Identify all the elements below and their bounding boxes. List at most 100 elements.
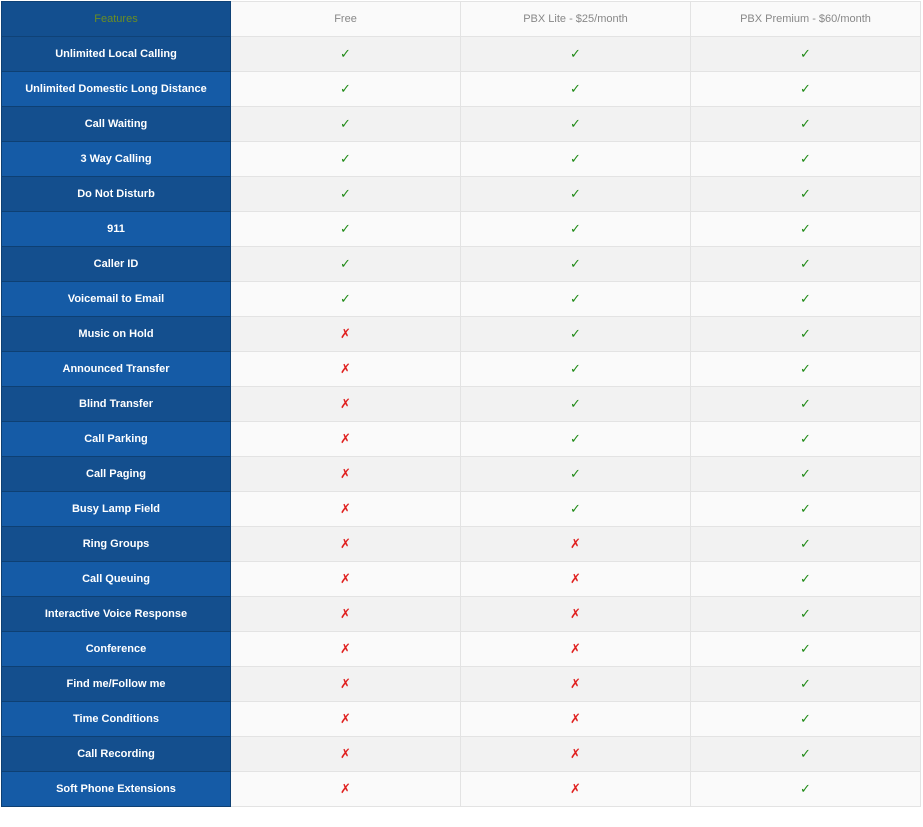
check-icon: ✓	[800, 81, 811, 96]
plan-cell-free: ✗	[230, 666, 461, 702]
check-icon: ✓	[800, 361, 811, 376]
plan-cell-pbx-lite: ✗	[460, 736, 691, 772]
check-icon: ✓	[570, 46, 581, 61]
table-row: Call Waiting ✓ ✓ ✓	[1, 106, 921, 142]
plan-cell-free: ✗	[230, 736, 461, 772]
feature-name: Call Recording	[1, 736, 231, 772]
feature-name: Call Waiting	[1, 106, 231, 142]
plan-cell-pbx-premium: ✓	[690, 771, 921, 807]
plan-cell-pbx-premium: ✓	[690, 176, 921, 212]
table-row: Ring Groups ✗ ✗ ✓	[1, 526, 921, 562]
check-icon: ✓	[800, 326, 811, 341]
feature-name: Unlimited Domestic Long Distance	[1, 71, 231, 107]
plan-cell-free: ✗	[230, 456, 461, 492]
plan-cell-pbx-premium: ✓	[690, 141, 921, 177]
check-icon: ✓	[340, 46, 351, 61]
plan-cell-free: ✗	[230, 631, 461, 667]
plan-cell-pbx-premium: ✓	[690, 71, 921, 107]
check-icon: ✓	[800, 641, 811, 656]
check-icon: ✓	[570, 396, 581, 411]
cross-icon: ✗	[340, 501, 351, 516]
table-row: Caller ID ✓ ✓ ✓	[1, 246, 921, 282]
check-icon: ✓	[340, 186, 351, 201]
check-icon: ✓	[570, 151, 581, 166]
plan-cell-pbx-premium: ✓	[690, 246, 921, 282]
features-column-header: Features	[1, 1, 231, 37]
check-icon: ✓	[340, 116, 351, 131]
cross-icon: ✗	[340, 781, 351, 796]
check-icon: ✓	[800, 606, 811, 621]
cross-icon: ✗	[570, 676, 581, 691]
check-icon: ✓	[800, 746, 811, 761]
feature-name: Unlimited Local Calling	[1, 36, 231, 72]
cross-icon: ✗	[340, 431, 351, 446]
check-icon: ✓	[800, 186, 811, 201]
table-row: 3 Way Calling ✓ ✓ ✓	[1, 141, 921, 177]
plan-cell-pbx-premium: ✓	[690, 456, 921, 492]
check-icon: ✓	[800, 536, 811, 551]
feature-name: Call Queuing	[1, 561, 231, 597]
check-icon: ✓	[800, 711, 811, 726]
plan-cell-pbx-lite: ✓	[460, 36, 691, 72]
plan-cell-pbx-premium: ✓	[690, 281, 921, 317]
table-row: Do Not Disturb ✓ ✓ ✓	[1, 176, 921, 212]
plan-cell-free: ✓	[230, 36, 461, 72]
table-row: Call Queuing ✗ ✗ ✓	[1, 561, 921, 597]
check-icon: ✓	[340, 291, 351, 306]
feature-name: Interactive Voice Response	[1, 596, 231, 632]
table-header: Features Free PBX Lite - $25/month PBX P…	[1, 1, 921, 37]
plan-cell-pbx-premium: ✓	[690, 666, 921, 702]
check-icon: ✓	[340, 256, 351, 271]
feature-name: Announced Transfer	[1, 351, 231, 387]
table-row: Soft Phone Extensions ✗ ✗ ✓	[1, 771, 921, 807]
plan-cell-pbx-premium: ✓	[690, 36, 921, 72]
cross-icon: ✗	[340, 641, 351, 656]
plan-cell-pbx-lite: ✗	[460, 666, 691, 702]
cross-icon: ✗	[340, 571, 351, 586]
table-row: Unlimited Local Calling ✓ ✓ ✓	[1, 36, 921, 72]
check-icon: ✓	[340, 81, 351, 96]
cross-icon: ✗	[340, 326, 351, 341]
check-icon: ✓	[800, 466, 811, 481]
table-row: Unlimited Domestic Long Distance ✓ ✓ ✓	[1, 71, 921, 107]
table-row: Find me/Follow me ✗ ✗ ✓	[1, 666, 921, 702]
feature-name: Voicemail to Email	[1, 281, 231, 317]
check-icon: ✓	[570, 361, 581, 376]
table-row: Call Parking ✗ ✓ ✓	[1, 421, 921, 457]
cross-icon: ✗	[340, 676, 351, 691]
plan-cell-pbx-premium: ✓	[690, 106, 921, 142]
cross-icon: ✗	[340, 536, 351, 551]
plan-cell-pbx-premium: ✓	[690, 316, 921, 352]
check-icon: ✓	[570, 186, 581, 201]
check-icon: ✓	[800, 501, 811, 516]
plan-cell-pbx-lite: ✓	[460, 456, 691, 492]
plan-cell-free: ✗	[230, 386, 461, 422]
check-icon: ✓	[800, 781, 811, 796]
plan-cell-pbx-lite: ✓	[460, 106, 691, 142]
cross-icon: ✗	[340, 361, 351, 376]
plan-cell-pbx-lite: ✓	[460, 316, 691, 352]
cross-icon: ✗	[570, 536, 581, 551]
feature-name: Call Parking	[1, 421, 231, 457]
check-icon: ✓	[570, 466, 581, 481]
plan-cell-free: ✓	[230, 106, 461, 142]
check-icon: ✓	[800, 396, 811, 411]
feature-name: Ring Groups	[1, 526, 231, 562]
check-icon: ✓	[800, 256, 811, 271]
plan-cell-free: ✗	[230, 561, 461, 597]
check-icon: ✓	[800, 46, 811, 61]
check-icon: ✓	[340, 221, 351, 236]
plan-cell-pbx-premium: ✓	[690, 596, 921, 632]
table-row: Announced Transfer ✗ ✓ ✓	[1, 351, 921, 387]
plan-cell-free: ✗	[230, 526, 461, 562]
table-row: 911 ✓ ✓ ✓	[1, 211, 921, 247]
plan-cell-free: ✓	[230, 71, 461, 107]
plan-cell-pbx-premium: ✓	[690, 351, 921, 387]
plan-cell-free: ✗	[230, 596, 461, 632]
check-icon: ✓	[340, 151, 351, 166]
plan-cell-free: ✓	[230, 141, 461, 177]
table-row: Interactive Voice Response ✗ ✗ ✓	[1, 596, 921, 632]
feature-name: Blind Transfer	[1, 386, 231, 422]
table-row: Call Recording ✗ ✗ ✓	[1, 736, 921, 772]
plan-cell-pbx-premium: ✓	[690, 736, 921, 772]
